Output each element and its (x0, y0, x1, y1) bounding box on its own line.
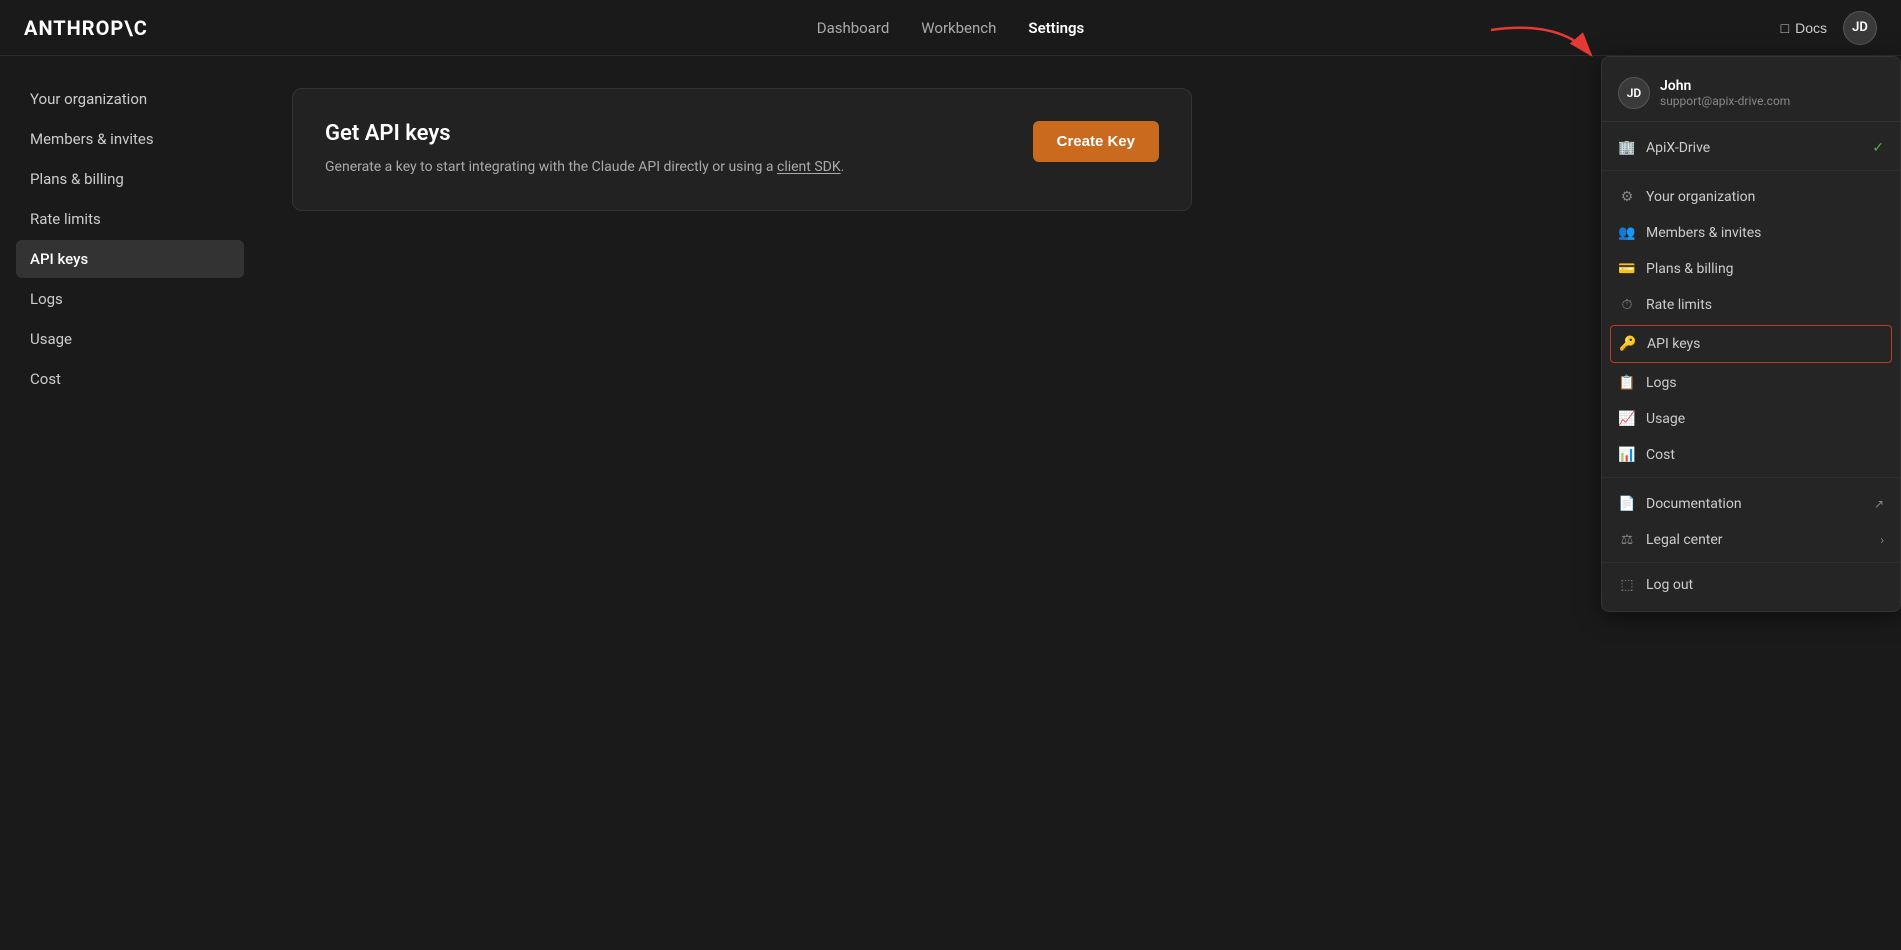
nav-dashboard[interactable]: Dashboard (817, 19, 890, 37)
sidebar-item-logs[interactable]: Logs (16, 280, 244, 318)
nav-workbench[interactable]: Workbench (921, 19, 996, 37)
dropdown-cost-label: Cost (1646, 447, 1675, 463)
docs-button[interactable]: □ Docs (1781, 20, 1827, 36)
api-card-text: Get API keys Generate a key to start int… (325, 121, 844, 178)
cost-icon: 📊 (1618, 446, 1636, 464)
doc-icon: 📄 (1618, 495, 1636, 513)
dropdown-api-keys[interactable]: 🔑 API keys (1610, 325, 1892, 363)
dropdown-usage[interactable]: 📈 Usage (1602, 401, 1900, 437)
sidebar-item-usage[interactable]: Usage (16, 320, 244, 358)
dropdown-nav-section: ⚙ Your organization 👥 Members & invites … (1602, 175, 1900, 478)
dropdown-legal-label: Legal center (1646, 532, 1723, 548)
legal-icon: ⚖ (1618, 531, 1636, 549)
billing-icon: 💳 (1618, 260, 1636, 278)
dropdown-org-section: 🏢 ApiX-Drive ✓ (1602, 126, 1900, 171)
org-icon: ⚙ (1618, 188, 1636, 206)
sidebar-item-rate-limits[interactable]: Rate limits (16, 200, 244, 238)
dropdown-cost[interactable]: 📊 Cost (1602, 437, 1900, 473)
logs-icon: 📋 (1618, 374, 1636, 392)
dropdown-documentation[interactable]: 📄 Documentation ↗ (1602, 486, 1900, 522)
external-link-icon: ↗ (1874, 497, 1884, 511)
dropdown-logs-label: Logs (1646, 375, 1677, 391)
app-logo: ANTHROP\C (24, 16, 148, 40)
dropdown-api-keys-label: API keys (1647, 336, 1700, 352)
nav-settings[interactable]: Settings (1028, 19, 1084, 37)
dropdown-your-org-label: Your organization (1646, 189, 1755, 205)
dropdown-usage-label: Usage (1646, 411, 1685, 427)
dropdown-user-section: JD John support@apix-drive.com (1602, 65, 1900, 122)
sidebar-item-your-organization[interactable]: Your organization (16, 80, 244, 118)
key-icon: 🔑 (1619, 335, 1637, 353)
dropdown-members-label: Members & invites (1646, 225, 1761, 241)
dropdown-rate-limits[interactable]: ⏱ Rate limits (1602, 287, 1900, 323)
dropdown-avatar: JD (1618, 77, 1650, 109)
sidebar-item-api-keys[interactable]: API keys (16, 240, 244, 278)
chevron-right-icon: › (1880, 533, 1884, 547)
dropdown-links-section: 📄 Documentation ↗ ⚖ Legal center › (1602, 482, 1900, 563)
dropdown-user-email: support@apix-drive.com (1660, 94, 1790, 108)
dropdown-your-organization[interactable]: ⚙ Your organization (1602, 179, 1900, 215)
avatar[interactable]: JD (1843, 11, 1877, 45)
api-card-title: Get API keys (325, 121, 844, 146)
dropdown-members-invites[interactable]: 👥 Members & invites (1602, 215, 1900, 251)
dropdown-logs[interactable]: 📋 Logs (1602, 365, 1900, 401)
client-sdk-link[interactable]: client SDK (777, 159, 841, 175)
dropdown-menu: JD John support@apix-drive.com 🏢 ApiX-Dr… (1601, 56, 1901, 612)
dropdown-documentation-label: Documentation (1646, 496, 1742, 512)
create-key-button[interactable]: Create Key (1033, 121, 1159, 162)
dropdown-user-info: John support@apix-drive.com (1660, 78, 1790, 108)
dropdown-logout[interactable]: ⬚ Log out (1602, 567, 1900, 603)
top-nav: ANTHROP\C Dashboard Workbench Settings □… (0, 0, 1901, 56)
rate-icon: ⏱ (1618, 296, 1636, 314)
docs-icon: □ (1781, 20, 1789, 36)
members-icon: 👥 (1618, 224, 1636, 242)
docs-label: Docs (1795, 20, 1827, 36)
dropdown-plans-label: Plans & billing (1646, 261, 1734, 277)
dropdown-plans-billing[interactable]: 💳 Plans & billing (1602, 251, 1900, 287)
dropdown-rate-label: Rate limits (1646, 297, 1712, 313)
nav-right: □ Docs JD (1781, 11, 1877, 45)
sidebar-item-cost[interactable]: Cost (16, 360, 244, 398)
sidebar-item-plans-billing[interactable]: Plans & billing (16, 160, 244, 198)
nav-links: Dashboard Workbench Settings (817, 19, 1084, 37)
logout-icon: ⬚ (1618, 576, 1636, 594)
dropdown-logout-label: Log out (1646, 577, 1693, 593)
sidebar: Your organization Members & invites Plan… (0, 56, 260, 950)
api-card-description: Generate a key to start integrating with… (325, 156, 844, 178)
dropdown-org-item[interactable]: 🏢 ApiX-Drive ✓ (1602, 130, 1900, 166)
check-icon: ✓ (1872, 140, 1884, 156)
usage-icon: 📈 (1618, 410, 1636, 428)
api-keys-card: Get API keys Generate a key to start int… (292, 88, 1192, 211)
dropdown-legal-center[interactable]: ⚖ Legal center › (1602, 522, 1900, 558)
dropdown-user-row: JD John support@apix-drive.com (1618, 77, 1884, 109)
dropdown-org-name: ApiX-Drive (1646, 140, 1710, 156)
building-icon: 🏢 (1618, 139, 1636, 157)
sidebar-item-members-invites[interactable]: Members & invites (16, 120, 244, 158)
dropdown-user-name: John (1660, 78, 1790, 94)
